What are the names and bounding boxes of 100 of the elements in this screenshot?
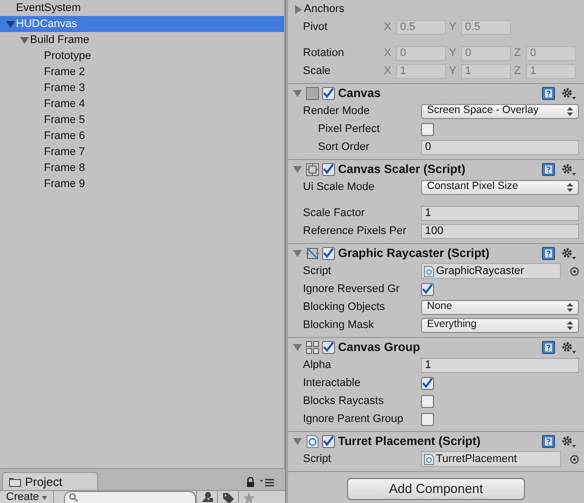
field-label: Pivot — [303, 20, 328, 35]
tree-item[interactable]: Frame 4 — [0, 96, 284, 112]
field-label: Pixel Perfect — [317, 122, 381, 137]
object-picker-icon[interactable] — [570, 266, 578, 276]
foldout-arrow-icon[interactable] — [292, 342, 302, 352]
tree-item[interactable]: Build Frame — [0, 32, 284, 48]
tree-item[interactable]: Frame 7 — [0, 144, 284, 160]
settings-icon[interactable] — [561, 86, 576, 100]
search-field[interactable] — [64, 491, 196, 503]
tree-item[interactable]: EventSystem — [0, 0, 284, 16]
updown-arrows-icon — [567, 106, 573, 116]
object-field[interactable]: TurretPlacement — [421, 451, 561, 467]
field-label: Script — [303, 264, 332, 279]
checkbox[interactable] — [322, 340, 335, 354]
checkbox[interactable] — [322, 162, 335, 176]
checkbox[interactable] — [421, 394, 434, 408]
checkbox[interactable] — [421, 376, 434, 390]
dropdown[interactable]: None — [421, 300, 579, 314]
axis-label: Y — [449, 20, 458, 35]
grid-icon — [306, 340, 319, 354]
field-label: Blocking Objects — [303, 300, 386, 315]
component-title: Canvas — [338, 85, 381, 102]
checkbox[interactable] — [322, 86, 335, 100]
checkbox[interactable] — [421, 282, 434, 296]
checkbox[interactable] — [322, 246, 335, 260]
foldout-arrow-icon[interactable] — [292, 88, 302, 98]
axis-label: X — [384, 46, 392, 61]
dropdown[interactable]: Screen Space - Overlay — [421, 104, 579, 118]
component-title: Turret Placement (Script) — [338, 433, 480, 450]
tree-item[interactable]: Frame 5 — [0, 112, 284, 128]
axis-label: Y — [449, 64, 458, 79]
tree-item[interactable]: HUDCanvas — [0, 16, 284, 32]
settings-icon[interactable] — [561, 340, 576, 354]
axis-label: Z — [514, 64, 522, 79]
field-label: Blocks Raycasts — [303, 394, 385, 409]
settings-icon[interactable] — [561, 162, 576, 176]
object-field[interactable]: GraphicRaycaster — [421, 263, 561, 279]
shapes-icon[interactable] — [201, 492, 214, 503]
component-title: Canvas Scaler (Script) — [338, 161, 466, 178]
field-label: Alpha — [303, 358, 332, 373]
create-button[interactable]: Create — [0, 491, 54, 503]
settings-icon[interactable] — [561, 246, 576, 260]
menu-icon[interactable] — [260, 478, 274, 487]
foldout-arrow-icon[interactable] — [292, 436, 302, 446]
field-label: Ui Scale Mode — [303, 180, 376, 195]
script-icon — [306, 434, 319, 448]
field-label: Ignore Reversed Gr — [303, 282, 401, 297]
field-label: Sort Order — [317, 140, 370, 155]
search-icon — [69, 493, 78, 502]
input-field[interactable]: 1 — [421, 206, 579, 220]
scaler-icon — [306, 162, 319, 176]
field-label: Interactable — [303, 376, 362, 391]
input-field[interactable]: 0 — [421, 140, 579, 154]
axis-label: X — [384, 20, 392, 35]
checkbox[interactable] — [421, 412, 434, 426]
tree-item[interactable]: Frame 8 — [0, 160, 284, 176]
field-label: Blocking Mask — [303, 318, 375, 333]
field-label: Script — [303, 452, 332, 467]
input-field[interactable]: 100 — [421, 224, 579, 238]
checkbox[interactable] — [421, 122, 434, 136]
tree-item[interactable]: Prototype — [0, 48, 284, 64]
object-picker-icon[interactable] — [570, 454, 578, 464]
project-tab[interactable]: Project — [2, 472, 98, 490]
foldout-arrow-icon[interactable] — [294, 4, 302, 14]
field-label: Scale Factor — [303, 206, 366, 221]
tree-item[interactable]: Frame 6 — [0, 128, 284, 144]
component-title: Graphic Raycaster (Script) — [338, 245, 490, 262]
updown-arrows-icon — [567, 182, 573, 192]
axis-label: Y — [449, 46, 458, 61]
help-icon[interactable] — [542, 162, 556, 176]
axis-label: Z — [514, 46, 522, 61]
checkbox[interactable] — [322, 434, 335, 448]
field-label: Scale — [303, 64, 332, 79]
input-field[interactable]: 1 — [421, 358, 579, 372]
field-label: Ignore Parent Group — [303, 412, 404, 427]
folder-icon — [9, 476, 21, 486]
canvas-icon — [306, 86, 319, 100]
help-icon[interactable] — [542, 86, 556, 100]
help-icon[interactable] — [542, 434, 556, 448]
tree-item[interactable]: Frame 3 — [0, 80, 284, 96]
foldout-arrow-icon[interactable] — [292, 248, 302, 258]
field-label: Anchors — [304, 2, 344, 17]
dropdown[interactable]: Constant Pixel Size — [421, 180, 579, 194]
script-icon — [424, 454, 434, 464]
field-label: Render Mode — [303, 104, 371, 119]
settings-icon[interactable] — [561, 434, 576, 448]
foldout-arrow-icon[interactable] — [292, 164, 302, 174]
lock-icon[interactable] — [246, 477, 254, 488]
add-component-button[interactable]: Add Component — [347, 478, 525, 500]
help-icon[interactable] — [542, 246, 556, 260]
tree-item[interactable]: Frame 2 — [0, 64, 284, 80]
updown-arrows-icon — [567, 320, 573, 330]
help-icon[interactable] — [542, 340, 556, 354]
tree-item[interactable]: Frame 9 — [0, 176, 284, 192]
dropdown[interactable]: Everything — [421, 318, 579, 332]
tag-icon[interactable] — [222, 492, 234, 503]
caret-icon — [42, 496, 48, 500]
star-icon[interactable] — [242, 492, 255, 503]
component-title: Canvas Group — [338, 339, 420, 356]
script-icon — [424, 266, 434, 276]
